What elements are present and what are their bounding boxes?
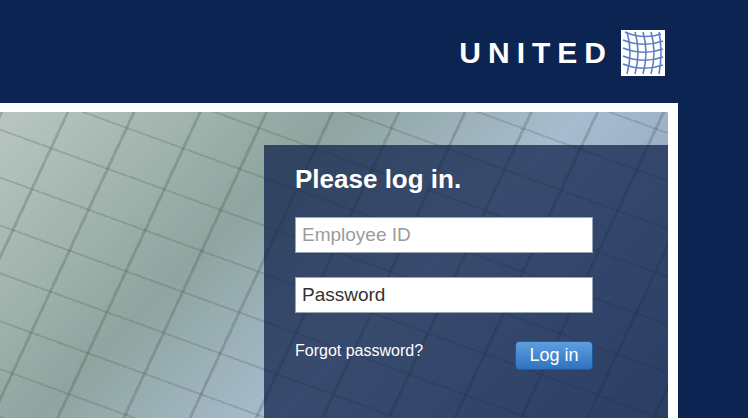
login-title: Please log in. — [295, 163, 668, 195]
globe-icon — [621, 30, 665, 76]
building-photo: Please log in. Forgot password? Log in — [0, 112, 668, 418]
forgot-password-link[interactable]: Forgot password? — [295, 342, 423, 360]
logo-text: UNITED — [459, 36, 613, 70]
login-box: Please log in. Forgot password? Log in — [264, 145, 668, 418]
photo-panel: Please log in. Forgot password? Log in — [0, 103, 678, 418]
login-button[interactable]: Log in — [515, 341, 593, 370]
login-field[interactable] — [295, 217, 593, 253]
login-page: UNITED Please log in. Forgot password? Log … — [0, 0, 748, 418]
united-logo: UNITED — [459, 30, 665, 76]
header-bar: UNITED — [0, 0, 748, 103]
login-field[interactable] — [295, 277, 593, 313]
login-actions: Forgot password? Log in — [295, 341, 593, 370]
main-area: Please log in. Forgot password? Log in — [0, 103, 748, 418]
